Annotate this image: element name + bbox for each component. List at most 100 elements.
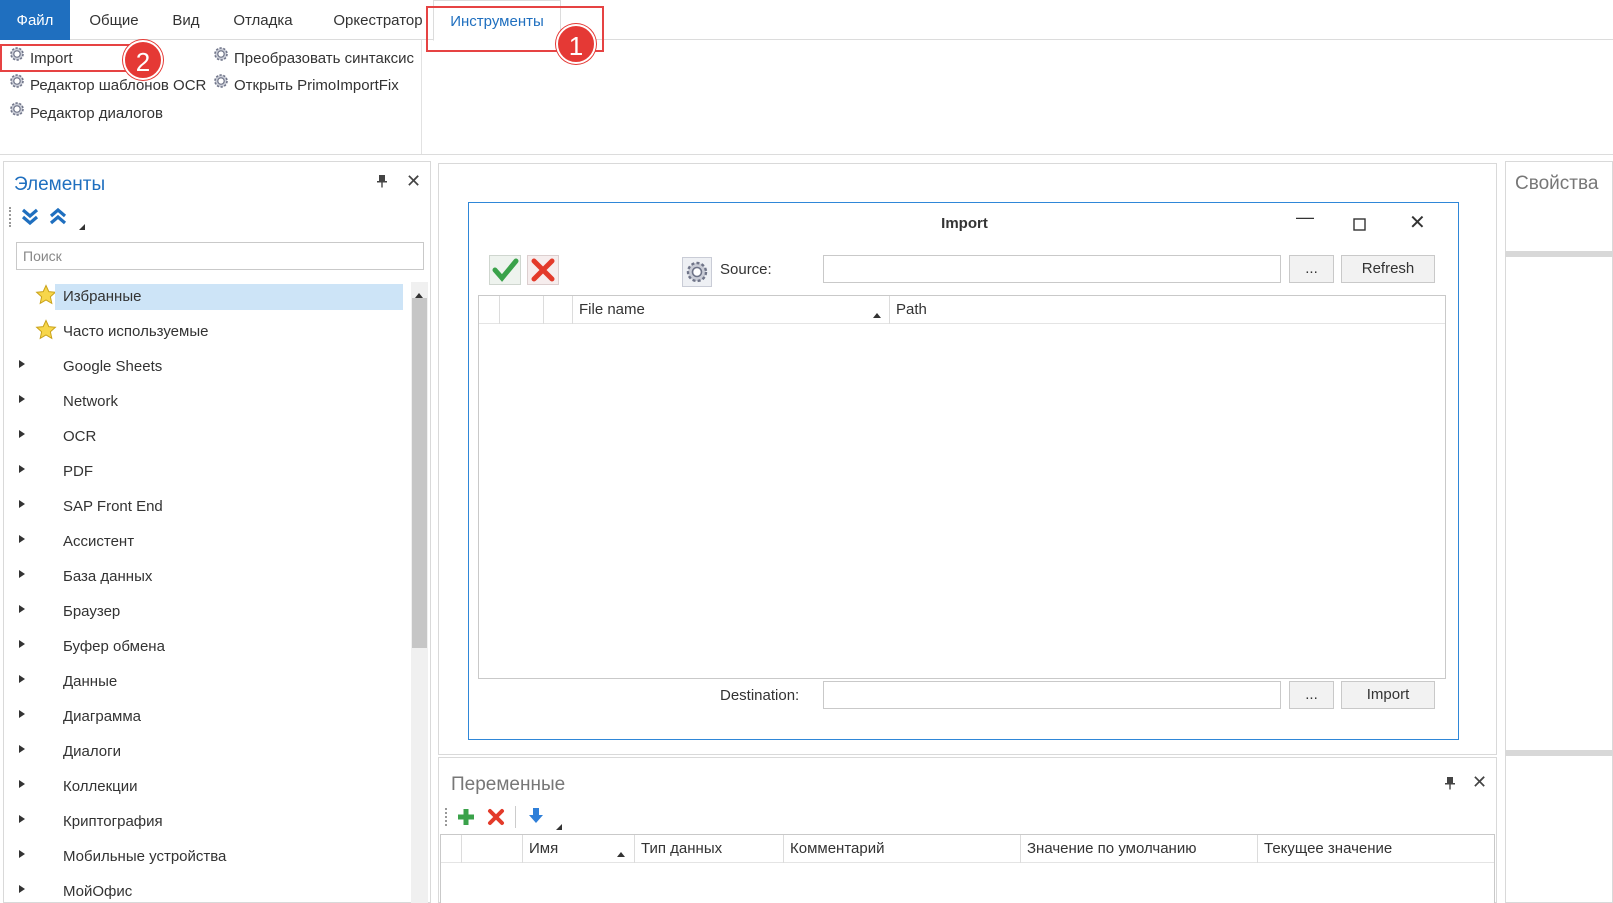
ribbon-open-primoimportfix-label: Открыть PrimoImportFix [234, 77, 399, 94]
ribbon-open-primoimportfix-button[interactable]: Открыть PrimoImportFix [212, 72, 399, 97]
add-variable-icon[interactable] [456, 807, 476, 830]
destination-browse-button[interactable]: ... [1289, 681, 1334, 709]
tree-item[interactable]: Криптография [8, 809, 412, 835]
tree-item[interactable]: Часто используемые [8, 319, 412, 345]
pin-icon[interactable] [1444, 776, 1456, 794]
tree-item-label: Криптография [63, 813, 163, 830]
step-badge-2: 2 [123, 40, 163, 80]
expand-arrow-icon[interactable] [18, 459, 26, 485]
tree-item-label: Буфер обмена [63, 638, 165, 655]
menu-general[interactable]: Общие [76, 0, 152, 40]
expand-all-icon[interactable] [20, 207, 40, 230]
expand-arrow-icon[interactable] [18, 389, 26, 415]
ribbon-separator [421, 40, 422, 154]
tree-item[interactable]: Диалоги [8, 739, 412, 765]
ribbon-convert-syntax-label: Преобразовать синтаксис [234, 50, 414, 67]
import-button[interactable]: Import [1341, 681, 1435, 709]
ribbon-dialog-editor-button[interactable]: Редактор диалогов [8, 100, 163, 125]
star-icon [35, 319, 57, 350]
tree-item[interactable]: OCR [8, 424, 412, 450]
source-input[interactable] [823, 255, 1281, 283]
ribbon-dialog-editor-label: Редактор диалогов [30, 105, 163, 122]
menu-bar: Файл Общие Вид Отладка Оркестратор Инстр… [0, 0, 1613, 41]
var-type-column-header[interactable]: Тип данных [635, 835, 784, 863]
expand-arrow-icon[interactable] [18, 879, 26, 903]
tree-item[interactable]: Google Sheets [8, 354, 412, 380]
tree-item-label: МойОфис [63, 883, 133, 900]
expand-arrow-icon[interactable] [18, 634, 26, 660]
source-label: Source: [720, 261, 772, 278]
tree-item[interactable]: Данные [8, 669, 412, 695]
collapse-all-icon[interactable] [48, 207, 68, 230]
expand-arrow-icon[interactable] [18, 809, 26, 835]
close-variables-panel-icon[interactable]: ✕ [1472, 772, 1487, 793]
tree-item[interactable]: Network [8, 389, 412, 415]
ribbon-ocr-template-editor-button[interactable]: Редактор шаблонов OCR [8, 74, 207, 97]
ribbon-convert-syntax-button[interactable]: Преобразовать синтаксис [212, 47, 414, 70]
tree-item-label: Мобильные устройства [63, 848, 227, 865]
tree-item[interactable]: Коллекции [8, 774, 412, 800]
grid-header-cell [441, 835, 462, 863]
expand-arrow-icon[interactable] [18, 774, 26, 800]
toolbar-overflow-icon[interactable] [78, 218, 86, 234]
tree-item-label: Google Sheets [63, 358, 163, 375]
expand-arrow-icon[interactable] [18, 599, 26, 625]
sort-ascending-icon [616, 845, 626, 861]
properties-panel-title: Свойства [1515, 173, 1599, 194]
delete-variable-icon[interactable] [486, 807, 506, 830]
expand-arrow-icon[interactable] [18, 669, 26, 695]
tree-item[interactable]: Браузер [8, 599, 412, 625]
toolbar-grip [445, 808, 447, 826]
path-column-header[interactable]: Path [890, 296, 1445, 324]
tree-item[interactable]: Диаграмма [8, 704, 412, 730]
menu-orchestrator[interactable]: Оркестратор [316, 0, 440, 40]
tree-item[interactable]: Избранные [8, 284, 412, 310]
tree-item[interactable]: PDF [8, 459, 412, 485]
toolbar-grip [9, 207, 11, 227]
expand-arrow-icon[interactable] [18, 564, 26, 590]
gear-icon [212, 72, 230, 97]
expand-arrow-icon[interactable] [18, 529, 26, 555]
var-default-column-header[interactable]: Значение по умолчанию [1021, 835, 1258, 863]
toolbar-overflow-icon[interactable] [555, 818, 563, 834]
accept-check-icon[interactable] [489, 255, 521, 288]
expand-arrow-icon[interactable] [18, 739, 26, 765]
tree-scrollbar-thumb[interactable] [412, 298, 427, 648]
sort-ascending-icon [872, 306, 882, 322]
move-down-icon[interactable] [526, 806, 546, 829]
minimize-icon[interactable]: — [1296, 207, 1314, 228]
refresh-button[interactable]: Refresh [1341, 255, 1435, 283]
destination-input[interactable] [823, 681, 1281, 709]
ribbon-ocr-template-editor-label: Редактор шаблонов OCR [30, 77, 207, 94]
tree-item[interactable]: Ассистент [8, 529, 412, 555]
gear-icon [8, 100, 26, 125]
maximize-icon[interactable] [1353, 215, 1366, 236]
tree-item[interactable]: Буфер обмена [8, 634, 412, 660]
step-badge-1: 1 [556, 24, 596, 64]
tree-item-label: SAP Front End [63, 498, 163, 515]
tree-item-label: Часто используемые [63, 323, 209, 340]
grid-header-cell [500, 296, 544, 324]
settings-gear-icon[interactable] [682, 257, 712, 290]
tree-item[interactable]: SAP Front End [8, 494, 412, 520]
menu-debug[interactable]: Отладка [222, 0, 304, 40]
tree-item[interactable]: Мобильные устройства [8, 844, 412, 870]
file-name-column-header[interactable]: File name [573, 296, 890, 324]
expand-arrow-icon[interactable] [18, 424, 26, 450]
search-input[interactable]: Поиск [16, 242, 424, 270]
menu-file[interactable]: Файл [0, 0, 70, 40]
expand-arrow-icon[interactable] [18, 704, 26, 730]
source-browse-button[interactable]: ... [1289, 255, 1334, 283]
var-current-column-header[interactable]: Текущее значение [1258, 835, 1494, 863]
reject-cross-icon[interactable] [527, 255, 559, 288]
expand-arrow-icon[interactable] [18, 354, 26, 380]
pin-icon[interactable] [376, 174, 388, 192]
var-comment-column-header[interactable]: Комментарий [784, 835, 1021, 863]
expand-arrow-icon[interactable] [18, 494, 26, 520]
tree-item[interactable]: МойОфис [8, 879, 412, 903]
close-elements-panel-icon[interactable]: ✕ [406, 171, 421, 192]
expand-arrow-icon[interactable] [18, 844, 26, 870]
menu-view[interactable]: Вид [158, 0, 214, 40]
close-dialog-icon[interactable]: ✕ [1409, 210, 1426, 235]
tree-item[interactable]: База данных [8, 564, 412, 590]
